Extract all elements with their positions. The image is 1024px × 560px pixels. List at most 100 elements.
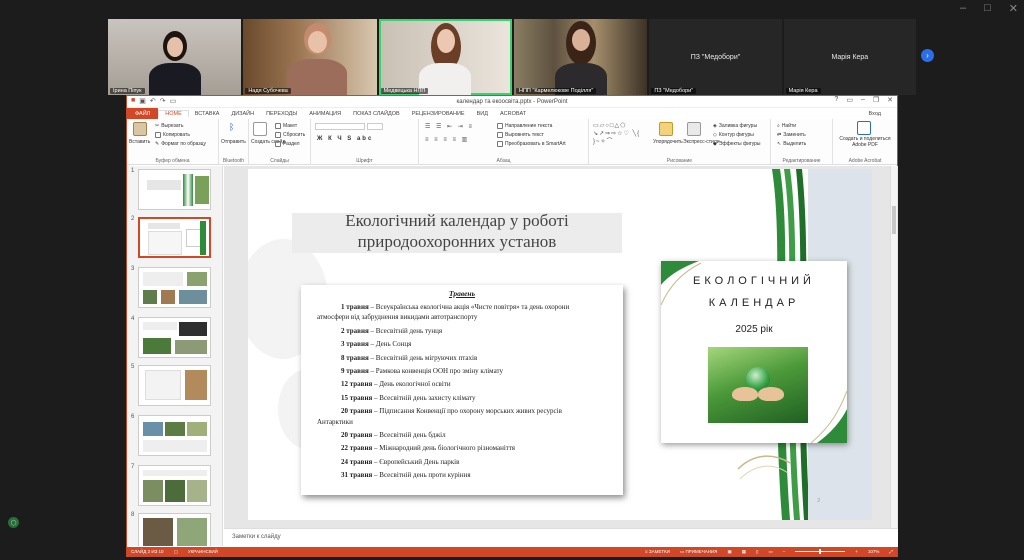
font-family-select[interactable] [315,123,365,130]
start-show-icon[interactable]: ▭ [170,97,177,105]
zoom-level[interactable]: 107% [868,549,880,554]
tab-home[interactable]: HOME [158,110,189,117]
tab-insert[interactable]: ВСТАВКА [189,111,226,117]
align-text-button[interactable]: Выровнять текст [497,132,544,138]
font-group: Ж К Ч S abc Шрифт [311,119,419,165]
restore-icon[interactable]: ❐ [873,96,879,104]
slide-thumbnails-pane: 1 2 3 4 5 6 7 8 [127,166,223,546]
event-text: – Міжнародний день біологічного різноман… [372,444,516,453]
help-icon[interactable]: ? [834,96,838,104]
language-indicator[interactable]: УКРАИНСКИЙ [188,549,218,554]
ribbon-options-icon[interactable]: ▭ [846,96,853,104]
list-buttons[interactable]: ☰ ☰ ⇤ ⇥ ≡ [425,123,474,130]
spellcheck-icon[interactable]: ▢ [174,549,178,555]
shield-icon[interactable]: ⬡ [8,517,19,528]
participant-tile-6[interactable]: Марія Кера Марія Кера [783,19,916,95]
fit-slide-icon[interactable]: ⤢ [889,549,893,554]
participant-tile-3[interactable]: Медвецька НПП [378,19,512,95]
smartart-button[interactable]: Преобразовать в SmartArt [497,141,566,147]
tab-transitions[interactable]: ПЕРЕХОДЫ [260,111,303,117]
tab-view[interactable]: ВИД [471,111,494,117]
vertical-scrollbar[interactable] [890,166,897,528]
copy-button[interactable]: Копировать [155,132,190,138]
zoom-slider[interactable] [795,549,846,554]
bluetooth-icon[interactable]: ᛒ [229,122,234,132]
create-pdf-button[interactable]: Создать и поделиться Adobe PDF [835,136,895,148]
slide-thumbnail-1[interactable] [138,169,211,210]
event-item: 20 травня – Всесвітній день бджіл [317,429,607,442]
arrange-icon[interactable] [659,122,673,136]
participant-tile-1[interactable]: Ірина Піпук [108,19,242,95]
format-painter-button[interactable]: ✎ Формат по образцу [155,141,206,147]
participant-video [145,19,205,95]
font-format-buttons[interactable]: Ж К Ч S abc [317,136,373,142]
shapes-gallery[interactable]: ▭▱○□△⬠ ↘↗⇒⇨☆♡ ╲{ }~✧⌒ [593,122,653,146]
reset-button[interactable]: Сбросить [275,132,305,138]
slide-thumbnail-6[interactable] [138,415,211,456]
close-icon[interactable]: ✕ [887,96,893,104]
layout-button[interactable]: Макет [275,123,297,129]
redo-icon[interactable]: ↷ [160,97,166,105]
quick-styles-icon[interactable] [687,122,701,136]
align-buttons[interactable]: ≡ ≡ ≡ ≡ ▥ [425,136,469,143]
close-icon[interactable]: ✕ [1009,2,1018,15]
save-icon[interactable]: ▣ [139,97,146,105]
shape-effects-button[interactable]: ◆ Эффекты фигуры [713,141,761,147]
event-item: 24 травня – Європейський День парків [317,456,607,469]
slide-thumbnail-7[interactable] [138,465,211,506]
text-direction-button[interactable]: Направление текста [497,123,552,129]
shape-outline-button[interactable]: ◇ Контур фигуры [713,132,754,138]
slide-thumbnail-5[interactable] [138,365,211,406]
fill-icon: ◈ [713,123,717,129]
current-slide[interactable]: Екологічний календар у роботі природоохо… [248,169,872,520]
arrange-button[interactable]: Упорядочить [653,139,683,145]
participant-tile-2[interactable]: Надя Субочева [243,19,377,95]
events-card[interactable]: Травень 1 травня – Всеукраїнська екологі… [301,285,623,495]
send-button[interactable]: Отправить [221,139,246,145]
zoom-out-icon[interactable]: – [783,549,786,554]
minimize-icon[interactable]: – [960,2,966,15]
notes-toggle[interactable]: ≡ ЗАМЕТКИ [645,549,670,554]
sorter-view-icon[interactable]: ▦ [742,549,746,555]
maximize-icon[interactable]: □ [984,2,991,15]
cut-button[interactable]: ✂ Вырезать [155,123,183,129]
paste-icon[interactable] [133,122,147,136]
event-text: – Рамкова конвенція ООН про зміну клімат… [368,367,503,376]
slide-thumbnail-2[interactable] [138,217,211,258]
pdf-icon[interactable] [857,121,871,135]
paste-button[interactable]: Вставить [129,139,150,145]
section-button[interactable]: Раздел [275,141,300,147]
find-button[interactable]: ⌕ Найти [777,123,796,129]
zoom-in-icon[interactable]: + [855,549,858,554]
next-participants-button[interactable]: › [921,49,934,62]
slide-thumbnail-8[interactable] [138,513,211,546]
tab-review[interactable]: РЕЦЕНЗИРОВАНИЕ [406,111,471,117]
event-item: 22 травня – Міжнародний день біологічног… [317,442,607,455]
participant-tile-5[interactable]: ПЗ "Медобори" ПЗ "Медобори" [649,19,782,95]
participant-tile-4[interactable]: НПП "Кармелюкове Поділля" [513,19,648,95]
slide-thumbnail-3[interactable] [138,267,211,308]
notes-field[interactable]: Заметки к слайду [224,528,898,547]
tab-animation[interactable]: АНИМАЦИЯ [303,111,347,117]
replace-button[interactable]: ⇄ Заменить [777,132,806,138]
slide-thumbnail-4[interactable] [138,317,211,358]
normal-view-icon[interactable]: ▣ [727,549,731,555]
font-size-select[interactable] [367,123,383,130]
tab-file[interactable]: ФАЙЛ [127,108,159,119]
tab-design[interactable]: ДИЗАЙН [225,111,260,117]
sign-in-link[interactable]: Вход [869,111,897,117]
minimize-icon[interactable]: – [861,96,865,104]
tab-acrobat[interactable]: ACROBAT [494,111,532,117]
participant-strip: Ірина Піпук Надя Субочева Медвецька НПП … [108,19,916,95]
slideshow-view-icon[interactable]: ▭ [768,549,772,555]
comments-toggle[interactable]: ▭ ПРИМЕЧАНИЯ [680,549,717,555]
select-button[interactable]: ↖ Выделить [777,141,806,147]
tab-slideshow[interactable]: ПОКАЗ СЛАЙДОВ [347,111,406,117]
slide-title[interactable]: Екологічний календар у роботі природоохо… [292,210,622,252]
card-heading: Травень [448,289,476,298]
undo-icon[interactable]: ↶ [150,97,156,105]
shape-fill-button[interactable]: ◈ Заливка фигуры [713,123,757,129]
reading-view-icon[interactable]: ▯ [756,549,758,555]
new-slide-icon[interactable] [253,122,267,136]
calendar-cover[interactable]: ЕКОЛОГІЧНИЙ КАЛЕНДАР 2025 рік [661,261,847,443]
